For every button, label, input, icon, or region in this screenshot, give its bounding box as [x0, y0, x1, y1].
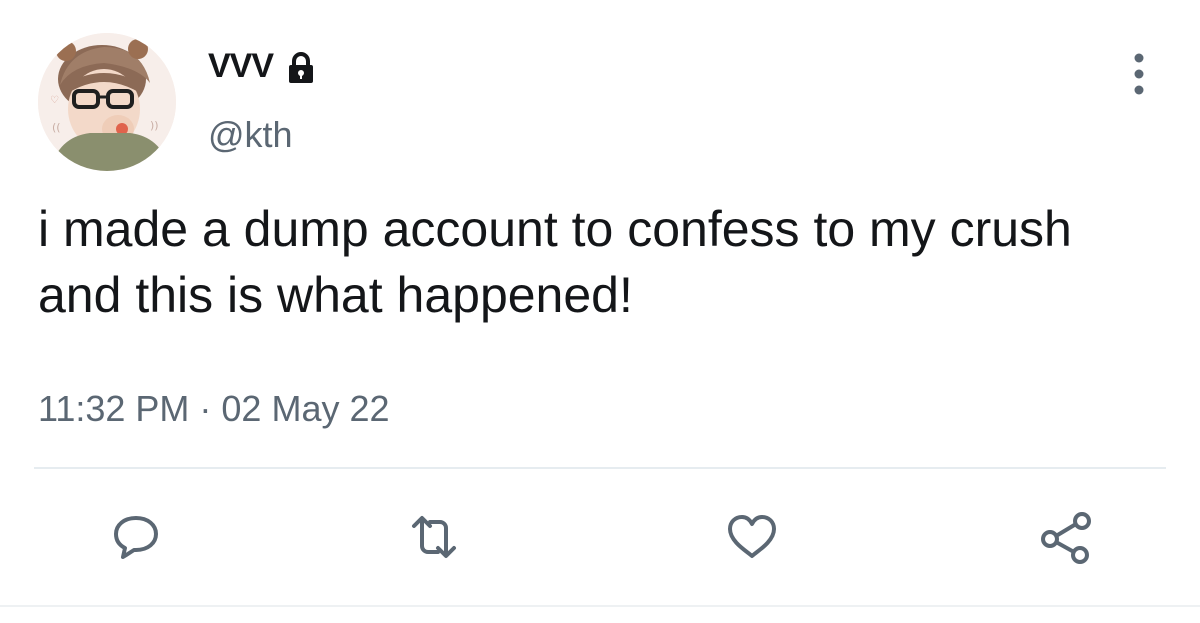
- like-button[interactable]: [720, 505, 784, 569]
- avatar[interactable]: ♡ )) ((: [38, 33, 176, 171]
- tweet-timestamp[interactable]: 11:32 PM · 02 May 22: [38, 386, 390, 432]
- svg-text:♡: ♡: [50, 95, 59, 106]
- retweet-icon: [404, 512, 464, 562]
- bottom-divider: [0, 605, 1200, 607]
- display-name[interactable]: VVV: [208, 44, 274, 88]
- retweet-button[interactable]: [402, 505, 466, 569]
- svg-text:((: ((: [52, 121, 61, 134]
- user-handle[interactable]: @kth: [208, 112, 293, 158]
- divider: [34, 467, 1166, 469]
- more-options-icon[interactable]: [1123, 50, 1155, 98]
- lock-icon: [286, 52, 316, 84]
- svg-text:)): )): [150, 119, 159, 132]
- heart-icon: [724, 512, 780, 562]
- tweet-actions: [0, 505, 1200, 569]
- reply-icon: [110, 512, 162, 562]
- reply-button[interactable]: [104, 505, 168, 569]
- share-button[interactable]: [1034, 505, 1098, 569]
- share-icon: [1038, 509, 1094, 565]
- tweet-text: i made a dump account to confess to my c…: [38, 201, 1072, 323]
